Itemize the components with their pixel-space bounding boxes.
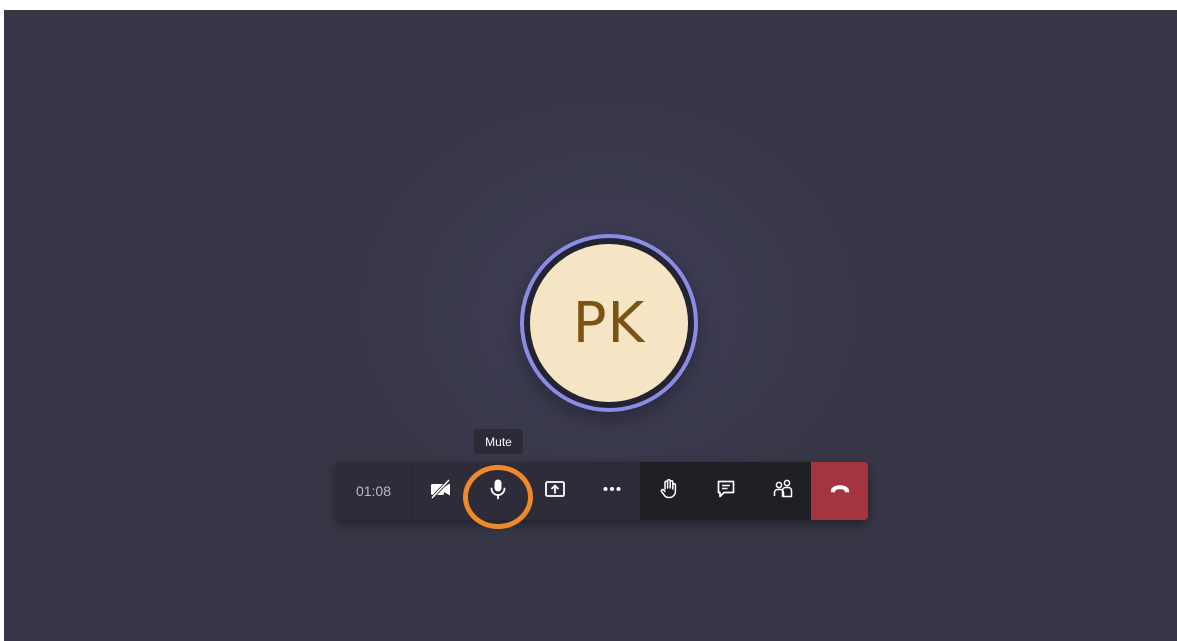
- hang-up-button[interactable]: [811, 462, 868, 520]
- call-timer: 01:08: [336, 462, 412, 520]
- raise-hand-button[interactable]: [640, 462, 697, 520]
- microphone-icon: [486, 477, 510, 506]
- more-options-button[interactable]: [583, 462, 640, 520]
- chat-icon: [714, 477, 738, 506]
- call-controls-toolbar: 01:08: [336, 462, 868, 520]
- camera-off-button[interactable]: [412, 462, 469, 520]
- mute-tooltip: Mute: [474, 429, 523, 454]
- more-options-icon: [600, 477, 624, 506]
- mute-button[interactable]: [469, 462, 526, 520]
- camera-off-icon: [429, 477, 453, 506]
- share-screen-icon: [543, 477, 567, 506]
- meeting-stage: PK: [4, 10, 1177, 641]
- avatar-initials: PK: [572, 290, 646, 356]
- hang-up-icon: [827, 476, 853, 507]
- participant-avatar: PK: [530, 244, 688, 402]
- raise-hand-icon: [657, 477, 681, 506]
- chat-button[interactable]: [697, 462, 754, 520]
- participant-avatar-ring: PK: [520, 234, 698, 412]
- media-controls-group: [412, 462, 640, 520]
- share-screen-button[interactable]: [526, 462, 583, 520]
- participants-button[interactable]: [754, 462, 811, 520]
- participants-icon: [771, 477, 795, 506]
- meeting-controls-group: [640, 462, 811, 520]
